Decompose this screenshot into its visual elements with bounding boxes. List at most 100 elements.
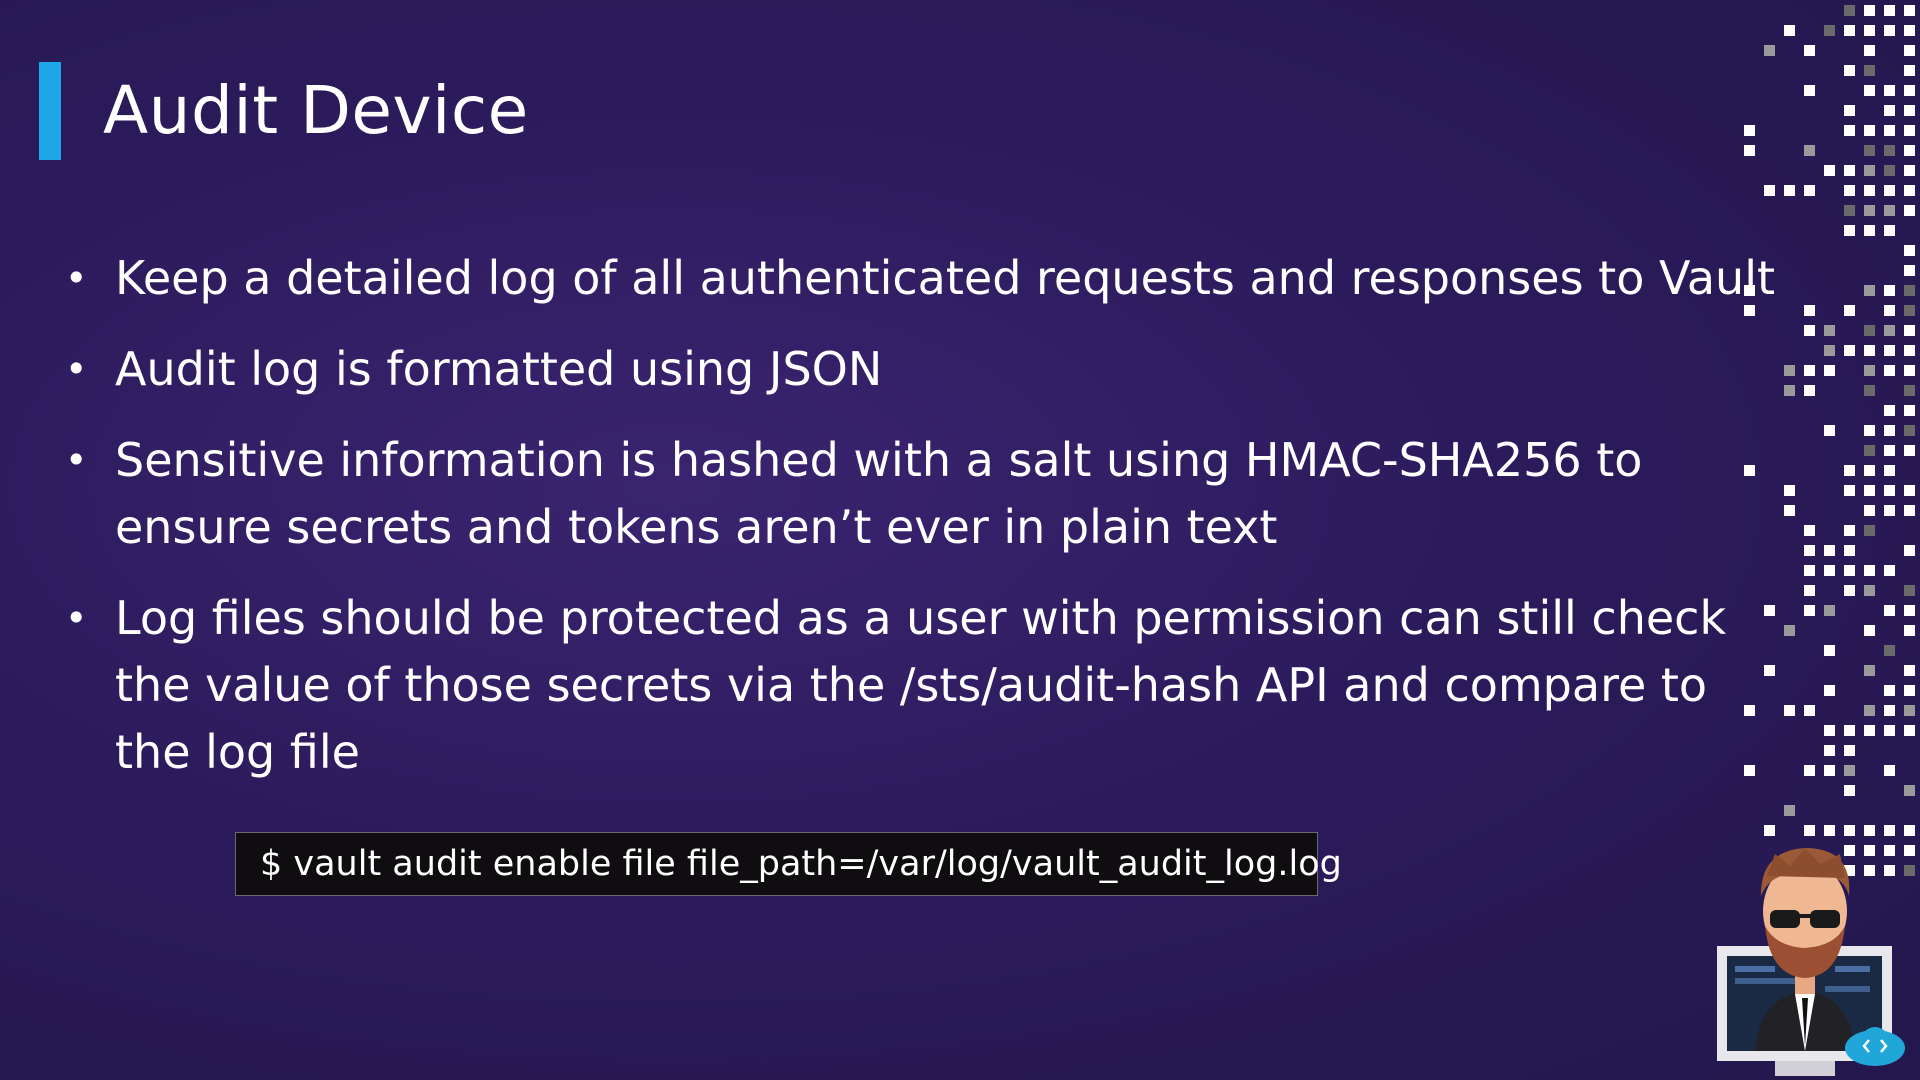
pixel-square: [1864, 725, 1875, 736]
pixel-square: [1904, 105, 1915, 116]
bullet-list: • Keep a detailed log of all authenticat…: [65, 245, 1795, 810]
pixel-square: [1904, 625, 1915, 636]
pixel-square: [1884, 405, 1895, 416]
pixel-square: [1904, 85, 1915, 96]
pixel-square: [1744, 705, 1755, 716]
pixel-square: [1904, 725, 1915, 736]
pixel-square: [1884, 705, 1895, 716]
pixel-square: [1744, 125, 1755, 136]
bullet-dot: •: [65, 256, 88, 300]
pixel-square: [1864, 205, 1875, 216]
pixel-square: [1784, 25, 1795, 36]
pixel-square: [1904, 605, 1915, 616]
command-box: $ vault audit enable file file_path=/var…: [235, 832, 1342, 896]
bullet-item: • Sensitive information is hashed with a…: [65, 427, 1795, 561]
pixel-square: [1904, 245, 1915, 256]
bullet-dot: •: [65, 347, 88, 391]
pixel-square: [1824, 545, 1835, 556]
pixel-square: [1804, 605, 1815, 616]
pixel-square: [1744, 465, 1755, 476]
pixel-square: [1904, 285, 1915, 296]
pixel-square: [1804, 545, 1815, 556]
pixel-square: [1904, 665, 1915, 676]
pixel-square: [1824, 25, 1835, 36]
pixel-square: [1864, 565, 1875, 576]
pixel-square: [1904, 185, 1915, 196]
bullet-dot: •: [65, 438, 88, 482]
pixel-square: [1884, 105, 1895, 116]
pixel-square: [1864, 425, 1875, 436]
pixel-square: [1864, 145, 1875, 156]
pixel-square: [1864, 365, 1875, 376]
pixel-square: [1824, 345, 1835, 356]
pixel-square: [1884, 605, 1895, 616]
pixel-square: [1884, 125, 1895, 136]
pixel-square: [1884, 285, 1895, 296]
pixel-square: [1904, 325, 1915, 336]
pixel-square: [1904, 445, 1915, 456]
pixel-square: [1764, 665, 1775, 676]
pixel-square: [1904, 365, 1915, 376]
pixel-square: [1904, 265, 1915, 276]
bullet-dot: •: [65, 596, 88, 640]
pixel-square: [1764, 605, 1775, 616]
pixel-square: [1904, 405, 1915, 416]
pixel-square: [1824, 425, 1835, 436]
pixel-square: [1844, 765, 1855, 776]
pixel-square: [1904, 145, 1915, 156]
pixel-square: [1804, 365, 1815, 376]
pixel-square: [1744, 285, 1755, 296]
pixel-square: [1904, 785, 1915, 796]
pixel-square: [1784, 385, 1795, 396]
bullet-item: • Audit log is formatted using JSON: [65, 336, 1795, 403]
pixel-square: [1904, 65, 1915, 76]
pixel-square: [1804, 85, 1815, 96]
pixel-square: [1824, 605, 1835, 616]
pixel-square: [1764, 185, 1775, 196]
pixel-square: [1864, 165, 1875, 176]
pixel-square: [1804, 705, 1815, 716]
pixel-square: [1884, 685, 1895, 696]
pixel-square: [1864, 505, 1875, 516]
pixel-square: [1864, 65, 1875, 76]
pixel-square: [1784, 805, 1795, 816]
pixel-square: [1844, 165, 1855, 176]
pixel-square: [1864, 225, 1875, 236]
pixel-square: [1804, 385, 1815, 396]
title-accent-bar: [39, 62, 61, 160]
pixel-square: [1864, 525, 1875, 536]
pixel-square: [1784, 485, 1795, 496]
bullet-text: Log files should be protected as a user …: [115, 591, 1727, 779]
pixel-square: [1864, 385, 1875, 396]
pixel-square: [1904, 585, 1915, 596]
pixel-square: [1904, 205, 1915, 216]
pixel-square: [1804, 765, 1815, 776]
pixel-square: [1884, 165, 1895, 176]
pixel-square: [1804, 305, 1815, 316]
pixel-square: [1864, 485, 1875, 496]
pixel-square: [1864, 85, 1875, 96]
pixel-square: [1844, 345, 1855, 356]
pixel-square: [1844, 565, 1855, 576]
pixel-square: [1884, 765, 1895, 776]
pixel-square: [1904, 545, 1915, 556]
pixel-square: [1884, 145, 1895, 156]
pixel-square: [1864, 705, 1875, 716]
pixel-square: [1884, 365, 1895, 376]
pixel-square: [1884, 85, 1895, 96]
pixel-square: [1804, 145, 1815, 156]
pixel-square: [1824, 765, 1835, 776]
pixel-square: [1844, 205, 1855, 216]
pixel-square: [1824, 645, 1835, 656]
pixel-square: [1884, 645, 1895, 656]
pixel-square: [1844, 725, 1855, 736]
pixel-square: [1904, 705, 1915, 716]
pixel-square: [1884, 325, 1895, 336]
pixel-square: [1884, 445, 1895, 456]
pixel-square: [1864, 5, 1875, 16]
pixel-square: [1804, 585, 1815, 596]
pixel-square: [1844, 185, 1855, 196]
pixel-square: [1904, 485, 1915, 496]
pixel-square: [1884, 305, 1895, 316]
pixel-square: [1844, 545, 1855, 556]
